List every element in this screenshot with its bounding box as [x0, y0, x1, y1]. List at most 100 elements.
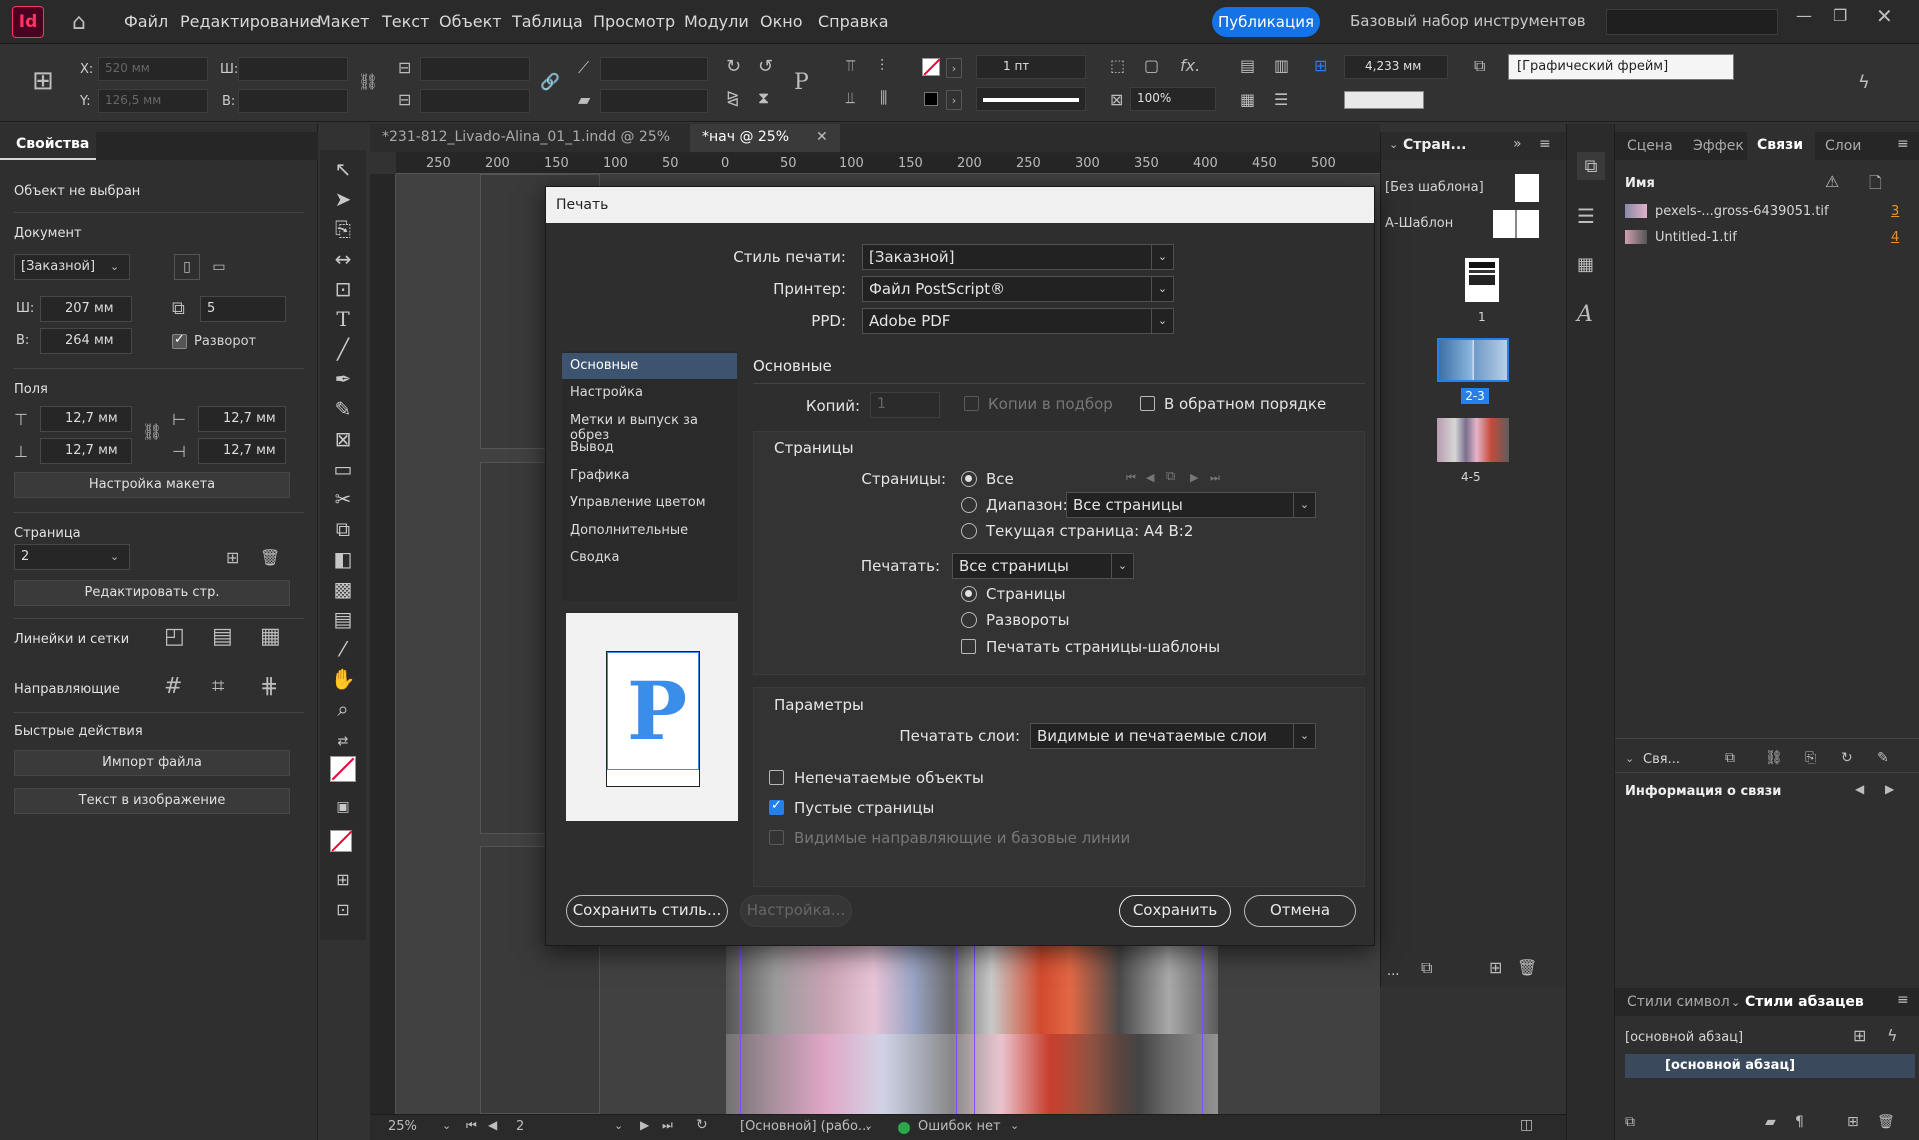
save-button[interactable]: Сохранить	[1119, 895, 1231, 927]
document-grid-icon[interactable]: ▦	[260, 624, 281, 649]
quick-apply-icon[interactable]: ϟ	[1858, 72, 1870, 93]
blank-pages-checkbox[interactable]	[769, 798, 784, 815]
rotate-angle-icon[interactable]: ⟋	[578, 58, 589, 78]
reference-point-icon[interactable]: ⊞	[32, 66, 54, 96]
margin-left-field[interactable]: 12,7 мм	[198, 406, 286, 432]
tab-properties[interactable]: Свойства	[0, 132, 96, 160]
collate-checkbox[interactable]	[964, 396, 979, 411]
shear-angle-icon[interactable]: ▰	[578, 90, 590, 109]
page-label-1[interactable]: 1	[1478, 310, 1486, 324]
nav-summary[interactable]: Сводка	[562, 545, 737, 571]
menu-text[interactable]: Текст	[382, 12, 429, 31]
new-style-icon[interactable]: ⊞	[1853, 1026, 1866, 1045]
range-radio[interactable]	[961, 497, 977, 513]
next-page-icon[interactable]: ▶	[1190, 471, 1198, 484]
page-number-field[interactable]: 2	[516, 1119, 524, 1134]
link-pages-icon[interactable]: ⧉	[1166, 469, 1175, 484]
copies-field[interactable]: 1	[870, 392, 940, 418]
layout-settings-button[interactable]: Настройка макета	[14, 472, 290, 498]
screen-mode-icon[interactable]: ⊡	[330, 896, 356, 922]
doc-width-field[interactable]: 207 мм	[40, 296, 132, 322]
edit-page-size-icon[interactable]: ⧉	[1421, 958, 1432, 978]
nav-marks-bleed[interactable]: Метки и выпуск за обрез	[562, 408, 737, 443]
spacing-field[interactable]: 4,233 мм	[1344, 55, 1448, 79]
portrait-icon[interactable]: ▯	[174, 254, 200, 280]
character-panel-icon[interactable]: A	[1577, 302, 1593, 327]
chain-icon[interactable]: 🔗	[540, 72, 560, 91]
pages-count-field[interactable]: 5	[200, 296, 286, 322]
margin-right-field[interactable]: 12,7 мм	[198, 438, 286, 464]
new-page-icon[interactable]: ⊞	[1489, 958, 1502, 977]
doc-height-field[interactable]: 264 мм	[40, 328, 132, 354]
tab-effects[interactable]: Эффек	[1693, 138, 1744, 154]
p-reference-icon[interactable]: P	[794, 70, 809, 95]
scale-y-icon[interactable]: ⊟	[398, 90, 411, 109]
pages-panel-icon[interactable]: ⧉	[1577, 152, 1605, 180]
menu-view[interactable]: Просмотр	[593, 12, 675, 31]
sync-icon[interactable]: ↻	[696, 1117, 708, 1133]
last-page-icon[interactable]: ⏭	[1210, 471, 1220, 485]
split-view-icon[interactable]: ◫	[1520, 1117, 1533, 1133]
page-tool-icon[interactable]: ⎘	[330, 216, 356, 242]
link-row[interactable]: Untitled-1.tif 4	[1615, 226, 1919, 250]
object-style-icon[interactable]: ⧉	[1474, 56, 1485, 76]
menu-object[interactable]: Объект	[439, 12, 502, 31]
edit-original-icon[interactable]: ✎	[1877, 750, 1889, 766]
margin-top-field[interactable]: 12,7 мм	[40, 406, 132, 432]
refresh-icon[interactable]: ↻	[1841, 750, 1853, 766]
first-page-icon[interactable]: ⏮	[1126, 471, 1136, 485]
fx-icon[interactable]: fx.	[1180, 56, 1200, 75]
spreads-radio[interactable]	[961, 612, 977, 628]
stroke-type-field[interactable]	[976, 87, 1086, 111]
prev-page-icon[interactable]: ◀	[1146, 471, 1154, 484]
close-tab-icon[interactable]: ✕	[816, 129, 828, 145]
rotate-cw-icon[interactable]: ↻	[726, 56, 741, 77]
zoom-level[interactable]: 25%	[388, 1119, 417, 1134]
text-wrap-icon[interactable]: ▤	[1240, 56, 1255, 75]
type-tool-icon[interactable]: T	[330, 306, 356, 332]
restore-icon[interactable]: ❐	[1833, 6, 1847, 25]
fill-arrow-icon[interactable]: ›	[946, 58, 962, 78]
print-layers-select[interactable]: Видимые и печатаемые слои ⌄	[1030, 723, 1316, 749]
first-page-icon[interactable]: ⏮	[466, 1118, 477, 1133]
delete-page-icon[interactable]: 🗑	[1517, 958, 1537, 977]
preview-mode-icon[interactable]: ⊞	[330, 866, 356, 892]
links-collapse-label[interactable]: Свя...	[1643, 752, 1680, 767]
tab-character-styles[interactable]: Стили символ	[1627, 994, 1730, 1010]
delete-page-icon[interactable]: 🗑	[260, 548, 280, 567]
baseline-grid-icon[interactable]: ▤	[212, 624, 233, 649]
chevron-down-icon[interactable]: ⌄	[1625, 752, 1634, 765]
goto-link-icon[interactable]: ⛓	[1765, 750, 1783, 766]
chevron-down-icon[interactable]: ⌄	[864, 1119, 873, 1132]
menu-layout[interactable]: Макет	[317, 12, 369, 31]
print-style-select[interactable]: [Заказной] ⌄	[862, 244, 1174, 270]
nav-setup[interactable]: Настройка	[562, 380, 737, 406]
add-page-icon[interactable]: ⊞	[226, 548, 239, 567]
last-page-icon[interactable]: ⏭	[662, 1118, 673, 1133]
menu-plugins[interactable]: Модули	[684, 12, 749, 31]
hand-tool-icon[interactable]: ✋	[330, 666, 356, 692]
flip-v-icon[interactable]: ⧗	[758, 88, 769, 108]
free-transform-tool-icon[interactable]: ⧉	[330, 516, 356, 542]
relink-icon[interactable]: ⧉	[1725, 750, 1735, 766]
smart-guides-icon[interactable]: ⋕	[260, 674, 278, 699]
profile-label[interactable]: [Основной] (рабо...	[740, 1119, 870, 1134]
wrap-jump-icon[interactable]: ☰	[1274, 90, 1288, 109]
direct-selection-tool-icon[interactable]: ➤	[330, 186, 356, 212]
clear-override-icon[interactable]: ¶	[1795, 1114, 1804, 1130]
h-field[interactable]	[238, 89, 348, 113]
print-masters-checkbox[interactable]	[961, 639, 976, 654]
scissors-tool-icon[interactable]: ✂	[330, 486, 356, 512]
print-select[interactable]: Все страницы ⌄	[952, 553, 1134, 579]
update-link-icon[interactable]: ⎘	[1805, 750, 1816, 766]
constrain-link-icon[interactable]: ⛓	[358, 72, 378, 91]
menu-table[interactable]: Таблица	[512, 12, 583, 31]
import-file-button[interactable]: Импорт файла	[14, 750, 290, 776]
cancel-button[interactable]: Отмена	[1244, 895, 1356, 927]
no-master-label[interactable]: [Без шаблона]	[1385, 180, 1484, 195]
nonprinting-objects-checkbox[interactable]	[769, 770, 784, 785]
nav-advanced[interactable]: Дополнительные	[562, 518, 737, 544]
stroke-weight-field[interactable]: 1 пт	[976, 55, 1086, 79]
layers-panel-icon[interactable]: ☰	[1577, 204, 1595, 228]
preflight-status[interactable]: Ошибок нет	[918, 1119, 1001, 1134]
